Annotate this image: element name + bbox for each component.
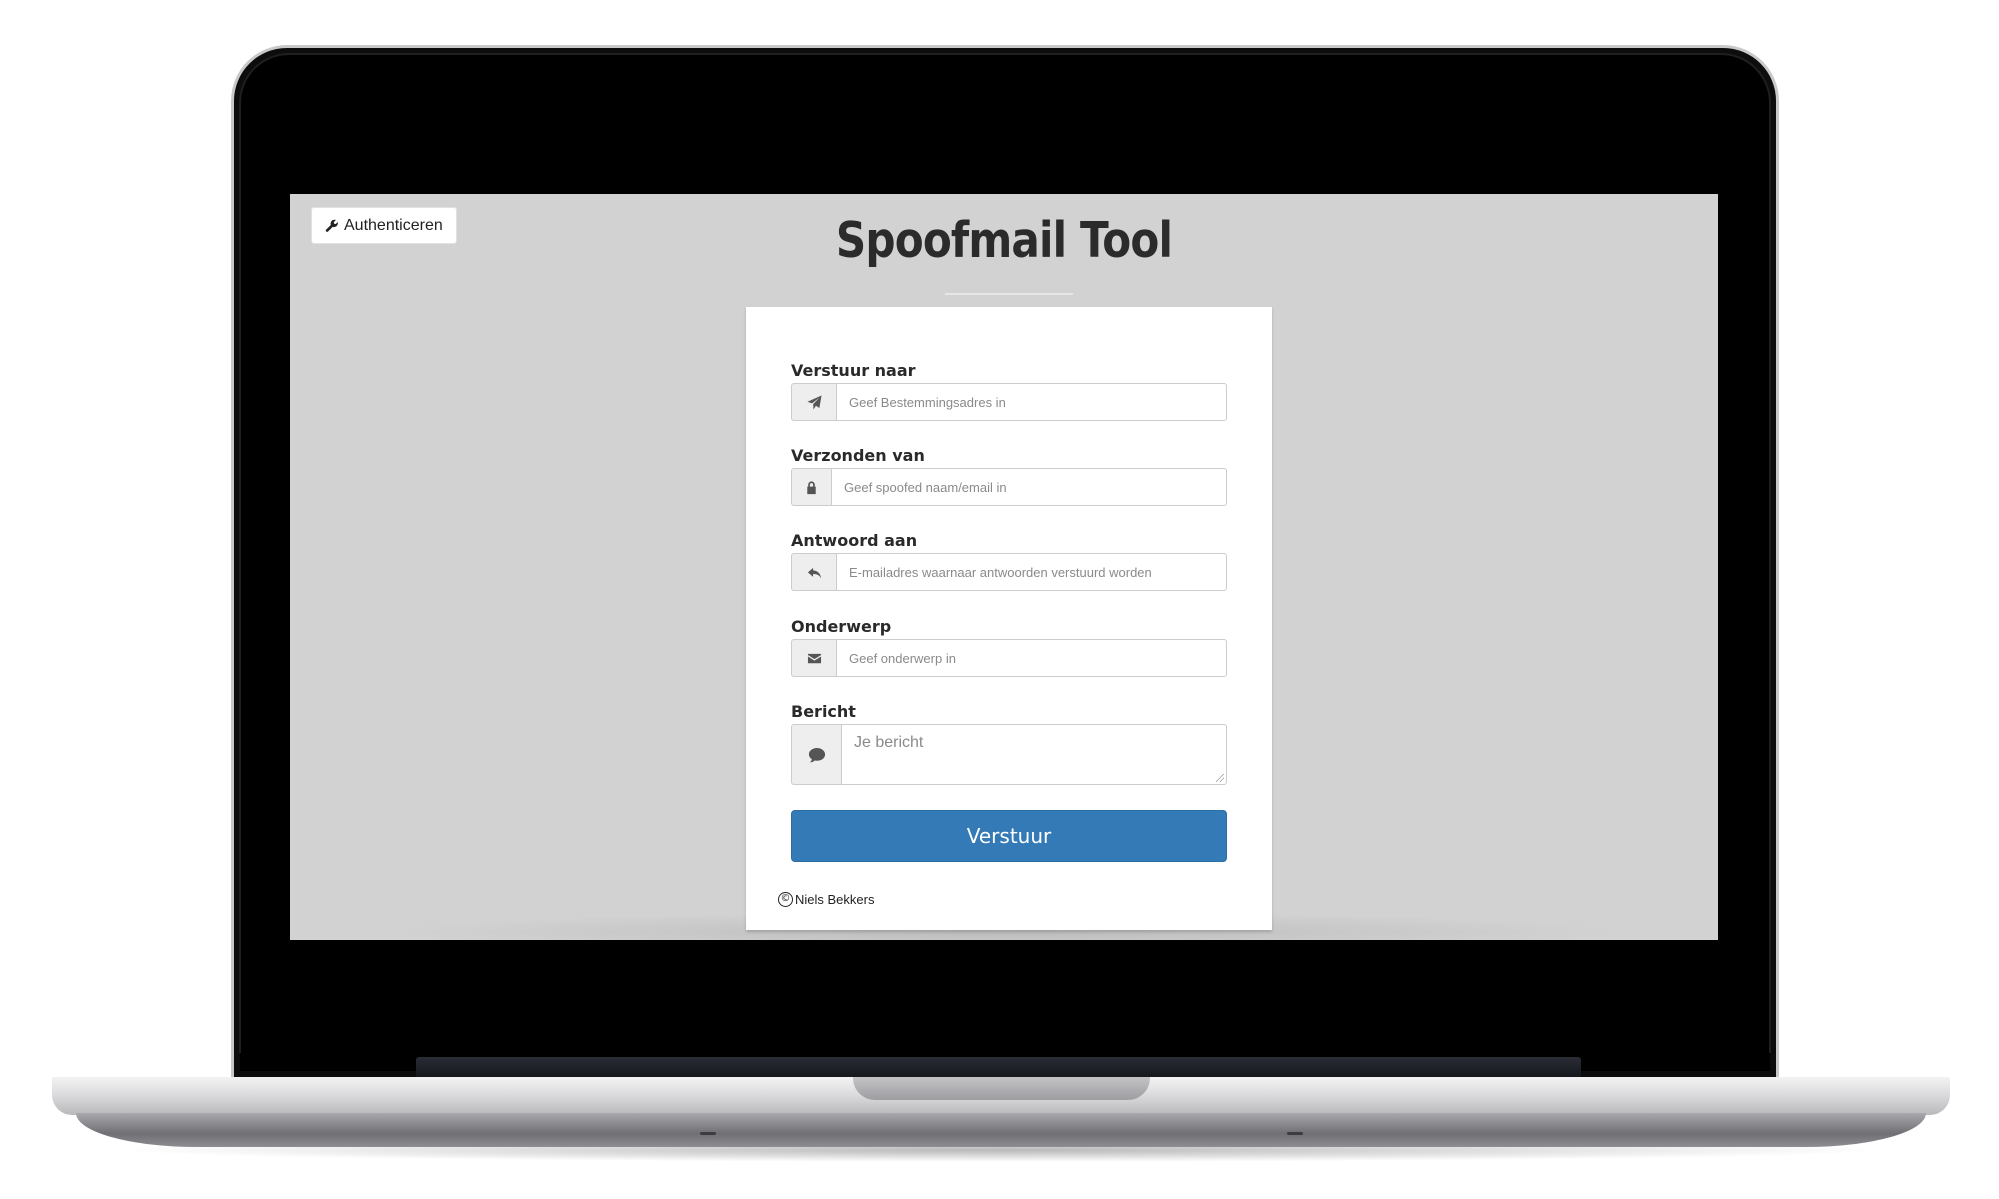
to-input[interactable] — [836, 383, 1227, 421]
subject-field-label: Onderwerp — [791, 617, 892, 636]
message-input-group — [791, 724, 1227, 785]
to-field-label: Verstuur naar — [791, 361, 916, 380]
from-input-group — [791, 468, 1227, 506]
envelope-icon — [791, 639, 836, 677]
lock-icon — [791, 468, 831, 506]
reply-to-input-group — [791, 553, 1227, 591]
resize-handle-icon[interactable] — [1216, 774, 1224, 782]
from-field-label: Verzonden van — [791, 446, 925, 465]
copyright-footer: © Niels Bekkers — [778, 892, 874, 907]
laptop-foot — [700, 1132, 716, 1135]
reply-icon — [791, 553, 836, 591]
message-field-group: Bericht — [791, 702, 1227, 785]
to-field-group: Verstuur naar — [791, 361, 1227, 421]
reply-to-field-label: Antwoord aan — [791, 531, 918, 550]
page-title: Spoofmail Tool — [835, 212, 1173, 269]
message-textarea[interactable] — [841, 724, 1227, 785]
subject-input[interactable] — [836, 639, 1227, 677]
subject-input-group — [791, 639, 1227, 677]
wrench-icon — [325, 219, 339, 233]
from-field-group: Verzonden van — [791, 446, 1227, 506]
subject-field-group: Onderwerp — [791, 617, 1227, 677]
laptop-mockup: Authenticeren Spoofmail Tool Verstuur na… — [0, 0, 1999, 1199]
send-button[interactable]: Verstuur — [791, 810, 1227, 862]
app-screen: Authenticeren Spoofmail Tool Verstuur na… — [290, 194, 1718, 940]
paper-plane-icon — [791, 383, 836, 421]
message-textarea-wrap — [841, 724, 1227, 785]
copyright-icon: © — [778, 892, 793, 907]
comment-icon — [791, 724, 841, 785]
laptop-opening-notch — [853, 1077, 1150, 1100]
reply-to-field-group: Antwoord aan — [791, 531, 1227, 591]
laptop-foot — [1287, 1132, 1303, 1135]
laptop-hinge — [416, 1057, 1581, 1079]
laptop-base-bottom — [76, 1113, 1926, 1147]
from-input[interactable] — [831, 468, 1227, 506]
to-input-group — [791, 383, 1227, 421]
author-name: Niels Bekkers — [795, 892, 875, 907]
title-divider — [945, 293, 1073, 295]
reply-to-input[interactable] — [836, 553, 1227, 591]
message-field-label: Bericht — [791, 702, 856, 721]
spoofmail-form-card: Verstuur naar Verzonden van — [746, 307, 1272, 930]
